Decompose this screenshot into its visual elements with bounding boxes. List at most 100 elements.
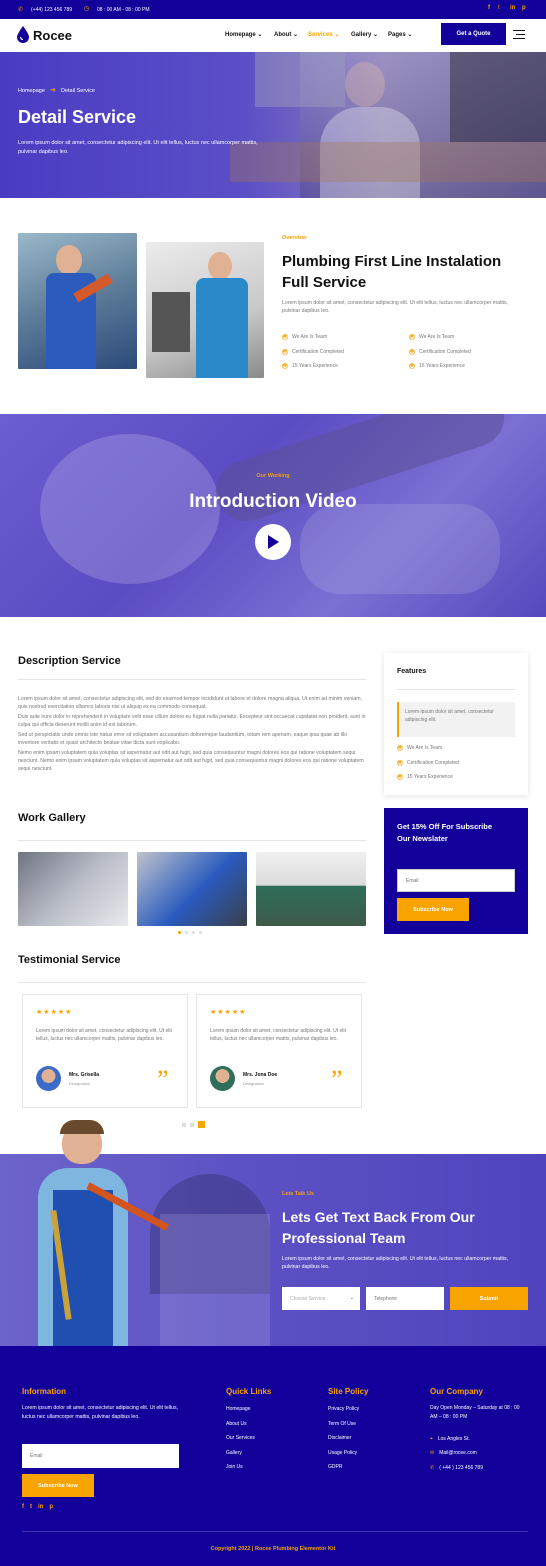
description-paragraph: Lorem ipsum dolor sit amet, consectetur …	[18, 696, 362, 710]
linkedin-icon[interactable]: in	[38, 1504, 43, 1510]
topbar-hours: 08 : 00 AM - 08 : 00 PM	[97, 7, 150, 13]
overview-kicker: Overview	[282, 235, 307, 241]
divider	[22, 1531, 528, 1532]
pagination-dot	[198, 1121, 205, 1128]
testimonial-name: Mrs. Jona Doe	[243, 1072, 278, 1078]
pagination-dot	[199, 931, 202, 934]
check-icon	[397, 745, 403, 752]
nav-item-pages[interactable]: Pages ⌄	[388, 31, 412, 38]
description-body: Lorem ipsum dolor sit amet, consectetur …	[18, 695, 366, 773]
footer-info-title: Information	[22, 1387, 66, 1396]
overview-list-right: We Are Is Team Certification Completed 1…	[409, 330, 471, 374]
footer: Information Lorem ipsum dolor sit amet, …	[0, 1346, 546, 1566]
newsletter-title: Get 15% Off For Subscribe Our Newslater	[397, 822, 493, 843]
check-icon	[282, 334, 288, 341]
features-list: We Are Is Team Certification Completed 1…	[397, 741, 459, 785]
gallery-pagination[interactable]	[178, 931, 202, 934]
play-button[interactable]	[255, 524, 291, 560]
hamburger-menu-icon[interactable]	[513, 29, 525, 39]
main-nav: Rocee Homepage ⌄ About ⌄ Services ⌄ Gall…	[0, 19, 546, 52]
top-bar: ✆ (+44) 123 456 789 ◷ 08 : 00 AM - 08 : …	[0, 0, 546, 19]
testimonial-title: Testimonial Service	[18, 954, 121, 966]
footer-link[interactable]: GDPR	[328, 1460, 359, 1475]
footer-link[interactable]: Join Us	[226, 1460, 255, 1475]
list-item: 15 Years Experience	[292, 363, 338, 370]
arrow-right-icon: ➜	[50, 87, 56, 94]
facebook-icon[interactable]: f	[488, 5, 490, 11]
video-section: Our Working Introduction Video	[0, 414, 546, 617]
linkedin-icon[interactable]: in	[510, 5, 515, 11]
pagination-dot	[192, 931, 195, 934]
avatar	[36, 1066, 61, 1091]
nav-item-homepage[interactable]: Homepage ⌄	[225, 31, 262, 38]
footer-link[interactable]: About Us	[226, 1417, 255, 1432]
chevron-down-icon: ⌄	[349, 1295, 354, 1301]
pinterest-icon[interactable]: p	[49, 1504, 53, 1510]
list-item: 15 Years Experience	[419, 363, 465, 370]
overview-text: Lorem ipsum dolor sit amet, consectetur …	[282, 300, 509, 314]
contact-kicker: Lets Talk Us	[282, 1191, 314, 1197]
nav-item-gallery[interactable]: Gallery ⌄	[351, 31, 378, 38]
gallery-image-2[interactable]	[137, 852, 247, 926]
description-paragraph: Sed ut perspiciatis unde omnis iste natu…	[18, 732, 348, 746]
footer-policy-title: Site Policy	[328, 1387, 369, 1396]
description-paragraph: Duis aute irure dolor in reprehenderit i…	[18, 714, 366, 728]
list-item: 15 Years Experience	[407, 774, 453, 781]
hero-banner: Homepage ➜ Detail Service Detail Service…	[0, 52, 546, 198]
testimonial-name: Mrs. Grisella	[69, 1072, 100, 1078]
newsletter-email-input[interactable]	[397, 869, 515, 892]
facebook-icon[interactable]: f	[22, 1504, 24, 1510]
footer-link[interactable]: Disclaimer	[328, 1431, 359, 1446]
testimonial-text: Lorem ipsum dolor sit amet, consectetur …	[36, 1028, 172, 1042]
plumber-photo-2	[146, 242, 264, 378]
testimonial-pagination[interactable]	[182, 1121, 205, 1128]
gallery-image-3[interactable]	[256, 852, 366, 926]
twitter-icon[interactable]: t	[498, 5, 500, 11]
plumber-portrait	[18, 1120, 170, 1346]
clock-icon: ◷	[84, 6, 90, 12]
footer-link[interactable]: Our Services	[226, 1431, 255, 1446]
phone-icon: ✆	[18, 7, 24, 13]
footer-quick-title: Quick Links	[226, 1387, 272, 1396]
check-icon	[409, 334, 415, 341]
rating-stars: ★★★★★	[36, 1009, 73, 1016]
footer-phone[interactable]: ✆( +44 ) 123 456 789	[430, 1465, 483, 1471]
check-icon	[282, 363, 288, 370]
nav-item-about[interactable]: About ⌄	[274, 31, 298, 38]
quote-icon: ”	[157, 1065, 169, 1094]
testimonial-role: Designation	[243, 1081, 265, 1086]
description-title: Description Service	[18, 655, 121, 667]
footer-email[interactable]: ✉ Mail@rocee.com	[430, 1450, 477, 1456]
submit-button[interactable]: Submit	[450, 1287, 528, 1310]
newsletter-subscribe-button[interactable]: Subscribe Now	[397, 898, 469, 921]
twitter-icon[interactable]: t	[30, 1504, 32, 1510]
check-icon	[397, 759, 403, 766]
list-item: Certification Completed	[419, 348, 471, 355]
divider	[18, 982, 366, 983]
footer-link[interactable]: Privacy Policy	[328, 1402, 359, 1417]
nav-item-services[interactable]: Services ⌄	[308, 31, 339, 38]
footer-link[interactable]: Homepage	[226, 1402, 255, 1417]
footer-link[interactable]: Gallery	[226, 1446, 255, 1461]
breadcrumb-home[interactable]: Homepage	[18, 88, 45, 94]
telephone-input[interactable]	[366, 1287, 444, 1310]
footer-quick-links: Homepage About Us Our Services Gallery J…	[226, 1402, 255, 1475]
video-kicker: Our Working	[256, 473, 290, 479]
pagination-dot	[190, 1122, 194, 1127]
contact-title: Lets Get Text Back From Our Professional …	[282, 1209, 475, 1246]
pinterest-icon[interactable]: p	[522, 5, 526, 11]
page-title: Detail Service	[18, 107, 137, 127]
gallery-image-1[interactable]	[18, 852, 128, 926]
testimonial-card: ★★★★★ Lorem ipsum dolor sit amet, consec…	[196, 994, 362, 1108]
get-quote-button[interactable]: Get a Quote	[441, 23, 506, 45]
service-select[interactable]: Choose Service ⌄	[282, 1287, 360, 1310]
check-icon	[397, 774, 403, 781]
brand-logo[interactable]: Rocee	[33, 28, 72, 43]
phone-icon: ✆	[430, 1465, 435, 1471]
features-quote: Lorem ipsum dolor sit amet, consectetur …	[397, 702, 515, 737]
footer-email-input[interactable]	[22, 1444, 179, 1468]
footer-subscribe-button[interactable]: Subscribe Now	[22, 1474, 94, 1497]
footer-link[interactable]: Term Of Use	[328, 1417, 359, 1432]
location-icon: ⌖	[430, 1436, 433, 1442]
footer-link[interactable]: Usage Policy	[328, 1446, 359, 1461]
